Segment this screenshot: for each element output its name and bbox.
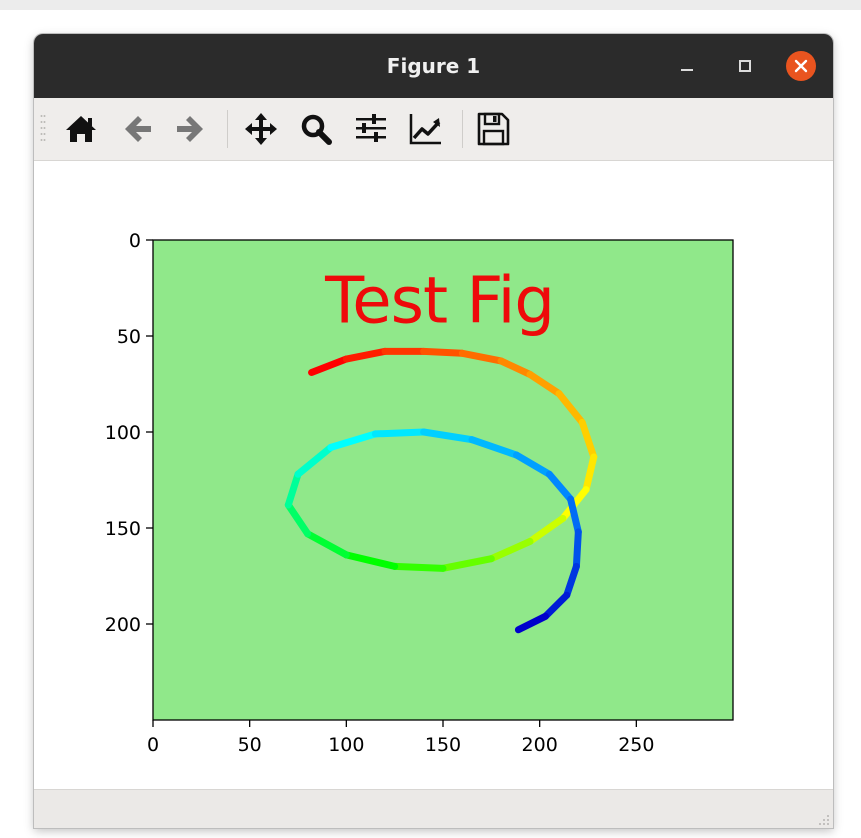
- title-bar[interactable]: Figure 1: [34, 34, 833, 98]
- forward-arrow-icon: [177, 116, 203, 142]
- x-tick-label: 50: [238, 734, 262, 756]
- navigation-toolbar: [34, 98, 833, 161]
- edit-axis-button[interactable]: [406, 110, 444, 148]
- close-button[interactable]: [786, 51, 816, 81]
- y-tick-label: 0: [129, 230, 141, 252]
- y-tick-label: 200: [105, 614, 141, 636]
- subplots-sliders-icon: [356, 114, 386, 142]
- configure-subplots-button[interactable]: [352, 110, 390, 148]
- close-icon: [794, 59, 808, 73]
- home-icon: [66, 116, 96, 142]
- minimize-button[interactable]: [672, 51, 702, 81]
- edit-axis-chart-icon: [409, 114, 441, 145]
- figure-canvas[interactable]: Test Fig 0 50 100 150 200 250 0 50 100 150 200: [34, 161, 833, 789]
- spiral-segment: [371, 428, 428, 438]
- x-tick-label: 150: [425, 734, 461, 756]
- x-tick-label: 250: [618, 734, 654, 756]
- save-button[interactable]: [474, 110, 512, 148]
- spiral-segment: [572, 528, 582, 570]
- toolbar-grip-icon[interactable]: [40, 113, 46, 147]
- maximize-button[interactable]: [730, 51, 760, 81]
- minimize-icon: [681, 69, 693, 71]
- zoom-magnifier-icon: [301, 114, 332, 145]
- pan-move-icon: [245, 113, 277, 145]
- save-floppy-icon: [477, 112, 510, 146]
- toolbar-separator: [227, 110, 228, 148]
- figure-window: Figure 1 Test Fig 0 50 100 150 200 250 0…: [34, 34, 833, 828]
- x-axis: 0 50 100 150 200 250: [147, 720, 654, 756]
- back-arrow-icon: [125, 116, 151, 142]
- pan-button[interactable]: [242, 110, 280, 148]
- y-tick-label: 50: [117, 326, 141, 348]
- zoom-button[interactable]: [297, 110, 335, 148]
- desktop-top-strip: [0, 0, 861, 10]
- y-axis: 0 50 100 150 200: [105, 230, 153, 636]
- back-button[interactable]: [120, 110, 158, 148]
- x-tick-label: 100: [328, 734, 364, 756]
- resize-grip-icon[interactable]: [816, 812, 830, 826]
- x-tick-label: 0: [147, 734, 159, 756]
- toolbar-separator: [462, 110, 463, 148]
- y-tick-label: 150: [105, 518, 141, 540]
- spiral-segment: [391, 562, 447, 572]
- image-text-test-fig: Test Fig: [324, 265, 554, 339]
- y-tick-label: 100: [105, 422, 141, 444]
- home-button[interactable]: [62, 110, 100, 148]
- x-tick-label: 200: [522, 734, 558, 756]
- maximize-icon: [739, 60, 751, 72]
- window-title: Figure 1: [386, 54, 481, 78]
- forward-button[interactable]: [170, 110, 208, 148]
- plot-svg[interactable]: Test Fig 0 50 100 150 200 250 0 50 100 150 200: [34, 161, 833, 789]
- spiral-segment: [420, 347, 466, 357]
- status-bar: [34, 789, 833, 828]
